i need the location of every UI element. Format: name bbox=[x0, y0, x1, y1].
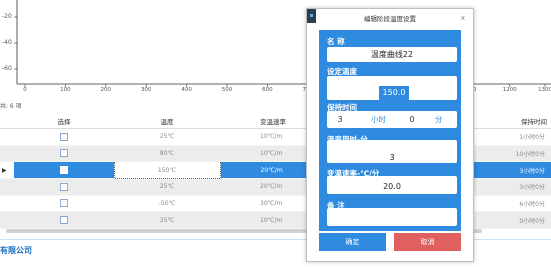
row-checkbox[interactable] bbox=[14, 195, 114, 213]
x-tick-label: 600 bbox=[262, 87, 273, 93]
row-marker bbox=[0, 145, 14, 163]
row-checkbox[interactable] bbox=[14, 128, 114, 146]
x-tick-label: 300 bbox=[140, 87, 152, 93]
row-checkbox[interactable] bbox=[14, 161, 114, 179]
temperature-field[interactable]: 150.0 bbox=[379, 86, 409, 100]
close-icon[interactable]: x bbox=[461, 14, 465, 22]
y-tick-label: -20 bbox=[2, 13, 12, 20]
column-temperature[interactable]: 温度 bbox=[114, 114, 220, 129]
company-name: 有限公司 bbox=[0, 246, 32, 255]
row-marker bbox=[0, 211, 14, 229]
x-tick-label: 1200 bbox=[502, 87, 517, 93]
name-field[interactable]: 温度曲线22 bbox=[327, 47, 457, 62]
rate-field[interactable]: 20.0 bbox=[327, 176, 457, 194]
x-tick-label: 1300 bbox=[538, 87, 551, 93]
y-tick-label: -40 bbox=[2, 39, 12, 46]
row-marker bbox=[0, 178, 14, 196]
row-checkbox[interactable] bbox=[14, 178, 114, 196]
checkbox-icon[interactable] bbox=[60, 132, 68, 141]
hold-hours-field[interactable]: 3 bbox=[327, 111, 353, 128]
ok-button[interactable]: 确定 bbox=[319, 233, 386, 251]
hours-unit: 小时 bbox=[371, 115, 386, 124]
edit-stage-dialog: 编辑阶段温度设置 x 名 称 温度曲线22 设定温度 150.0 保持时间 3 … bbox=[306, 8, 474, 262]
temperature-cell: 150℃ bbox=[113, 161, 221, 179]
checkbox-icon[interactable] bbox=[60, 149, 68, 158]
dialog-form: 名 称 温度曲线22 设定温度 150.0 保持时间 3 小时 0 分 温变用时… bbox=[319, 30, 461, 231]
y-tick-label: -60 bbox=[2, 65, 12, 72]
hold-time-row: 3 小时 0 分 bbox=[327, 111, 457, 128]
x-tick-label: 500 bbox=[221, 87, 233, 93]
name-label: 名 称 bbox=[327, 37, 345, 46]
dialog-actions: 确定 取消 bbox=[319, 233, 461, 251]
row-checkbox[interactable] bbox=[14, 145, 114, 163]
temperature-cell: 25℃ bbox=[114, 128, 220, 146]
row-checkbox[interactable] bbox=[14, 211, 114, 229]
x-tick-label: 0 bbox=[23, 87, 27, 93]
temperature-field-box: 150.0 bbox=[327, 76, 457, 100]
x-tick-label: 100 bbox=[60, 87, 71, 93]
checkbox-icon[interactable] bbox=[60, 199, 68, 208]
temperature-cell: 25℃ bbox=[114, 178, 220, 196]
checkbox-icon[interactable] bbox=[60, 182, 68, 191]
hold-minutes-field[interactable]: 0 bbox=[399, 111, 425, 128]
temperature-cell: 80℃ bbox=[114, 145, 220, 163]
checkbox-icon[interactable] bbox=[59, 166, 68, 175]
temperature-cell: -50℃ bbox=[114, 195, 220, 213]
checkbox-icon[interactable] bbox=[60, 216, 68, 225]
cancel-button[interactable]: 取消 bbox=[394, 233, 461, 251]
record-count: 共: 6 项 bbox=[0, 103, 22, 110]
column-marker bbox=[0, 114, 14, 129]
row-marker bbox=[0, 195, 14, 213]
row-marker: ▶ bbox=[0, 161, 14, 179]
ramp-time-field[interactable]: 3 bbox=[327, 140, 457, 163]
row-marker bbox=[0, 128, 14, 146]
temperature-cell: 25℃ bbox=[114, 211, 220, 229]
dialog-title: 编辑阶段温度设置 bbox=[364, 15, 416, 23]
remark-field[interactable] bbox=[327, 208, 457, 226]
minutes-unit: 分 bbox=[435, 115, 443, 124]
column-select[interactable]: 选择 bbox=[14, 114, 114, 129]
x-tick-label: 400 bbox=[181, 87, 192, 93]
x-tick-label: 200 bbox=[100, 87, 112, 93]
